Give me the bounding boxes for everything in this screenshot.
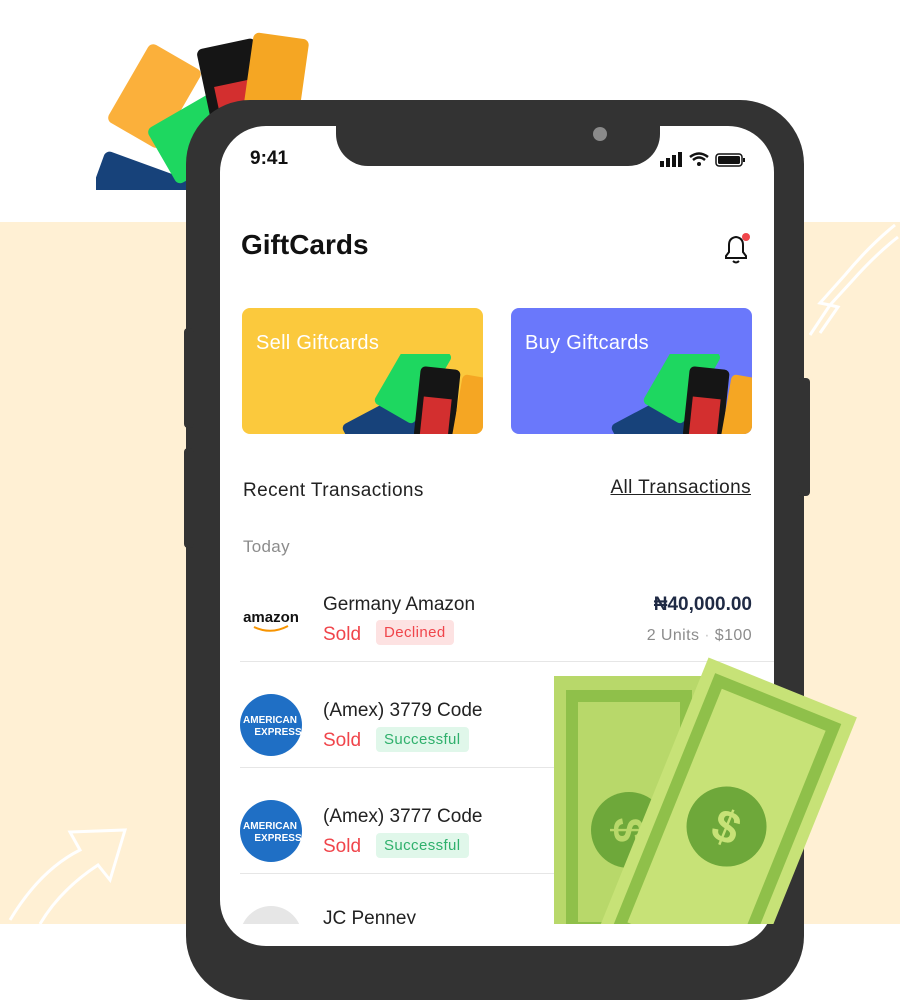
amazon-logo: amazon — [243, 609, 299, 632]
date-group-label: Today — [243, 537, 290, 556]
all-transactions-link[interactable]: All Transactions — [610, 477, 751, 499]
buy-giftcards-label: Buy Giftcards — [525, 332, 649, 354]
transaction-type: Sold — [323, 836, 362, 857]
status-badge: Successful — [376, 727, 469, 752]
buy-giftcards-card[interactable]: Buy Giftcards — [511, 308, 752, 434]
amex-logo: AMERICAN EXPRESS — [240, 800, 302, 862]
giftcards-stack-illustration — [342, 354, 483, 434]
notification-bell-icon[interactable] — [720, 232, 752, 266]
transaction-amount: ₦40,000.00 — [653, 594, 752, 615]
camera-dot — [593, 127, 607, 141]
transaction-name: (Amex) 3779 Code — [323, 700, 483, 721]
status-icons — [660, 152, 745, 167]
giftcards-stack-illustration — [611, 354, 752, 434]
svg-text:amazon: amazon — [243, 609, 299, 626]
transaction-units: 2 Units · $100 — [646, 627, 752, 644]
svg-text:AMERICAN: AMERICAN — [243, 821, 297, 832]
phone-side-button — [184, 448, 194, 548]
battery-icon — [715, 153, 745, 167]
status-badge: Successful — [376, 833, 469, 858]
transaction-name: Germany Amazon — [323, 594, 476, 615]
amex-logo: AMERICAN EXPRESS — [240, 694, 302, 756]
svg-text:AMERICAN: AMERICAN — [243, 715, 297, 726]
arrow-doodle-left — [8, 828, 128, 924]
sell-giftcards-label: Sell Giftcards — [256, 332, 380, 354]
status-time: 9:41 — [250, 148, 289, 169]
phone-power-button — [798, 378, 810, 496]
arrow-doodle-right — [808, 223, 899, 336]
phone-notch — [336, 100, 660, 166]
transaction-type: Sold — [323, 730, 362, 751]
svg-text:EXPRESS: EXPRESS — [254, 727, 302, 738]
page-title: GiftCards — [241, 229, 369, 260]
status-badge: Declined — [376, 620, 454, 645]
sell-giftcards-card[interactable]: Sell Giftcards — [242, 308, 483, 434]
svg-text:EXPRESS: EXPRESS — [254, 833, 302, 844]
wifi-icon — [689, 152, 709, 166]
transaction-type: Sold — [323, 624, 362, 645]
phone-side-button — [184, 328, 194, 428]
transaction-name: JC Penney — [323, 908, 416, 924]
transaction-name: (Amex) 3777 Code — [323, 806, 483, 827]
placeholder-logo — [240, 906, 302, 924]
signal-icon — [660, 152, 682, 167]
recent-transactions-heading: Recent Transactions — [243, 480, 424, 501]
cash-bills-illustration: $ $ — [554, 657, 857, 924]
